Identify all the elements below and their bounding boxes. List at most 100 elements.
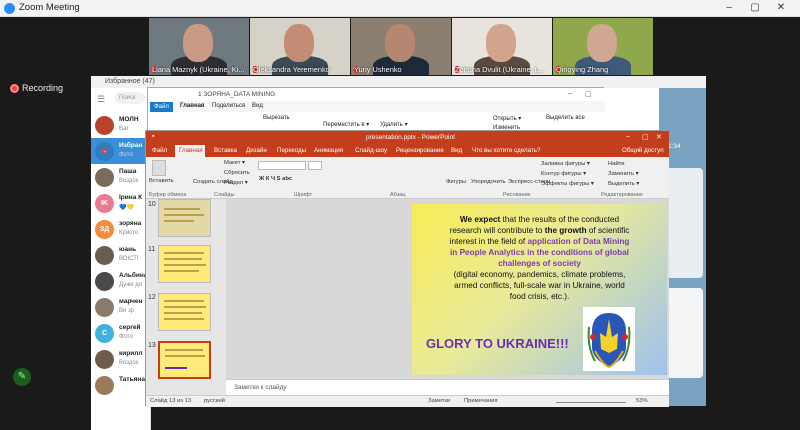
tab-review[interactable]: Рецензирование — [396, 147, 444, 154]
slide-counter: Слайд 13 из 13 — [150, 398, 192, 404]
slide-canvas: We expect that the results of the conduc… — [226, 199, 669, 379]
open-button[interactable]: Открыть ▾ — [493, 115, 521, 122]
slide-text: that the results of the conducted — [500, 215, 620, 224]
tab-design[interactable]: Дизайн — [246, 147, 267, 154]
list-item[interactable]: С сергей Фото — [91, 320, 151, 346]
search-input[interactable]: Поиск — [115, 92, 145, 104]
group-label: Рисование — [503, 192, 531, 198]
slide-thumbnail-active[interactable] — [158, 341, 211, 379]
slide-thumbnail[interactable] — [158, 245, 211, 283]
slide-text: (digital economy, pandemics, climate pro… — [453, 270, 626, 279]
save-icon[interactable]: ▪ — [152, 133, 154, 140]
tell-me-input[interactable]: Что вы хотите сделать? — [472, 147, 540, 154]
zoom-slider[interactable] — [556, 402, 626, 403]
paste-button[interactable]: Вставить — [149, 178, 174, 184]
select-button[interactable]: Выделить ▾ — [608, 181, 639, 187]
notes-field[interactable]: Заметки к слайду — [226, 379, 669, 395]
list-item[interactable]: МОЛН Bат — [91, 112, 151, 138]
slide[interactable]: We expect that the results of the conduc… — [412, 204, 667, 375]
layout-button[interactable]: Макет ▾ — [224, 160, 245, 166]
participant-name: Oleksandra Yeremenko — [253, 65, 330, 74]
annotate-icon[interactable]: ✎ — [13, 368, 31, 386]
tab-home[interactable]: Главная — [179, 147, 203, 154]
participant-tile[interactable]: Oleksandra Yeremenko — [250, 18, 350, 75]
effects-button[interactable]: Эффекты фигуры ▾ — [541, 181, 594, 187]
minimize-icon[interactable]: – — [568, 90, 572, 97]
tab-file[interactable]: Файл — [152, 147, 167, 154]
chat-list: МОЛН Bат 🔖 Избран Фото Паша Воздох IK Ірина… — [91, 112, 151, 430]
participant-name: Liana Maznyk (Ukraine, Ki... — [152, 65, 245, 74]
participant-tile[interactable]: Liana Maznyk (Ukraine, Ki... — [149, 18, 249, 75]
zoom-title-bar: Zoom Meeting – ▢ ✕ — [0, 0, 800, 17]
tab-share[interactable]: Поделиться — [212, 103, 245, 109]
list-item[interactable]: IK Ірина К 💙💛 — [91, 190, 151, 216]
font-select[interactable] — [258, 161, 306, 170]
shapes-button[interactable]: Фигуры — [446, 179, 466, 185]
close-icon[interactable]: ✕ — [656, 133, 662, 141]
tab-view[interactable]: Вид — [451, 147, 462, 154]
reset-button[interactable]: Сбросить — [224, 170, 250, 176]
menu-icon[interactable]: ☰ — [97, 94, 105, 105]
arrange-button[interactable]: Упорядочить — [471, 179, 506, 185]
tab-slideshow[interactable]: Слайд-шоу — [355, 147, 387, 154]
participant-tile[interactable]: Yuriy Ushenko — [351, 18, 451, 75]
minimize-icon[interactable]: – — [722, 1, 736, 15]
list-item[interactable]: Паша Воздох — [91, 164, 151, 190]
slide-text: armed conflicts, full-scale war in Ukrai… — [454, 281, 625, 290]
replace-button[interactable]: Заменить ▾ — [608, 171, 639, 177]
format-buttons[interactable]: Ж К Ч S abc — [259, 176, 292, 182]
maximize-icon[interactable]: ▢ — [748, 1, 762, 15]
move-button[interactable]: Переместить в ▾ — [323, 121, 369, 128]
slide-headline: GLORY TO UKRAINE!!! — [426, 336, 569, 351]
fill-button[interactable]: Заливка фигуры ▾ — [541, 161, 590, 167]
explorer-window: 1 ЗОРЯНА_DATA MINING – ▢ Файл Главная По… — [147, 87, 605, 136]
font-size-select[interactable] — [308, 161, 322, 170]
recording-icon — [10, 84, 19, 93]
delete-button[interactable]: Удалить ▾ — [380, 121, 408, 128]
slide-text: application of Data Mining — [527, 237, 630, 246]
tab-home[interactable]: Главная — [180, 103, 204, 109]
slide-thumbnail[interactable] — [158, 199, 211, 237]
list-item[interactable]: 🔖 Избран Фото — [91, 138, 151, 164]
tab-animation[interactable]: Анимация — [314, 147, 343, 154]
group-label: Слайды — [214, 192, 235, 198]
list-item[interactable]: кирилл Воздох — [91, 346, 151, 372]
list-item[interactable]: марчен Ви зр — [91, 294, 151, 320]
tab-file[interactable]: Файл — [150, 102, 173, 112]
participant-tile[interactable]: Qingying Zhang — [553, 18, 653, 75]
pp-title: presentation.pptx - PowerPoint — [366, 134, 455, 141]
slide-thumbnails: 10 11 12 13 — [146, 199, 226, 395]
pp-ribbon: Вставить Создать слайд Макет ▾ Сбросить … — [146, 157, 669, 199]
participant-tile[interactable]: Zoriana Dvulit (Ukraine, L... — [452, 18, 552, 75]
group-label: Буфер обмена — [149, 192, 187, 198]
outline-button[interactable]: Контур фигуры ▾ — [541, 171, 586, 177]
slide-text: interest in the field of — [449, 237, 528, 246]
tab-insert[interactable]: Вставка — [214, 147, 237, 154]
zoom-logo-icon — [4, 3, 15, 14]
maximize-icon[interactable]: ▢ — [585, 90, 592, 98]
participant-name: Yuriy Ushenko — [354, 65, 402, 74]
slide-text: challenges of society — [498, 259, 581, 268]
share-button[interactable]: Общий доступ — [622, 147, 664, 154]
tab-view[interactable]: Вид — [252, 103, 263, 109]
notes-button[interactable]: Заметки — [428, 398, 450, 404]
section-button[interactable]: Раздел ▾ — [224, 180, 248, 186]
tab-transitions[interactable]: Переходы — [277, 147, 306, 154]
thumb-number: 11 — [148, 246, 156, 253]
list-item[interactable]: Татьяна — [91, 372, 151, 398]
message-bubble — [663, 168, 703, 278]
slide-text: food crisis, etc.). — [509, 292, 570, 301]
message-bubble — [663, 288, 703, 378]
close-icon[interactable]: ✕ — [774, 1, 788, 15]
minimize-icon[interactable]: – — [626, 133, 630, 140]
ukraine-crest-icon — [583, 307, 635, 371]
find-button[interactable]: Найти — [608, 161, 625, 167]
cut-button[interactable]: Вырезать — [263, 115, 290, 121]
list-item[interactable]: юань ВОІСТІ — [91, 242, 151, 268]
comments-button[interactable]: Примечания — [464, 398, 497, 404]
slide-thumbnail[interactable] — [158, 293, 211, 331]
select-all-button[interactable]: Выделить все — [546, 115, 585, 121]
list-item[interactable]: ЗД зоряна Кристо — [91, 216, 151, 242]
list-item[interactable]: Альбина Дуже дя — [91, 268, 151, 294]
maximize-icon[interactable]: ▢ — [642, 133, 649, 141]
